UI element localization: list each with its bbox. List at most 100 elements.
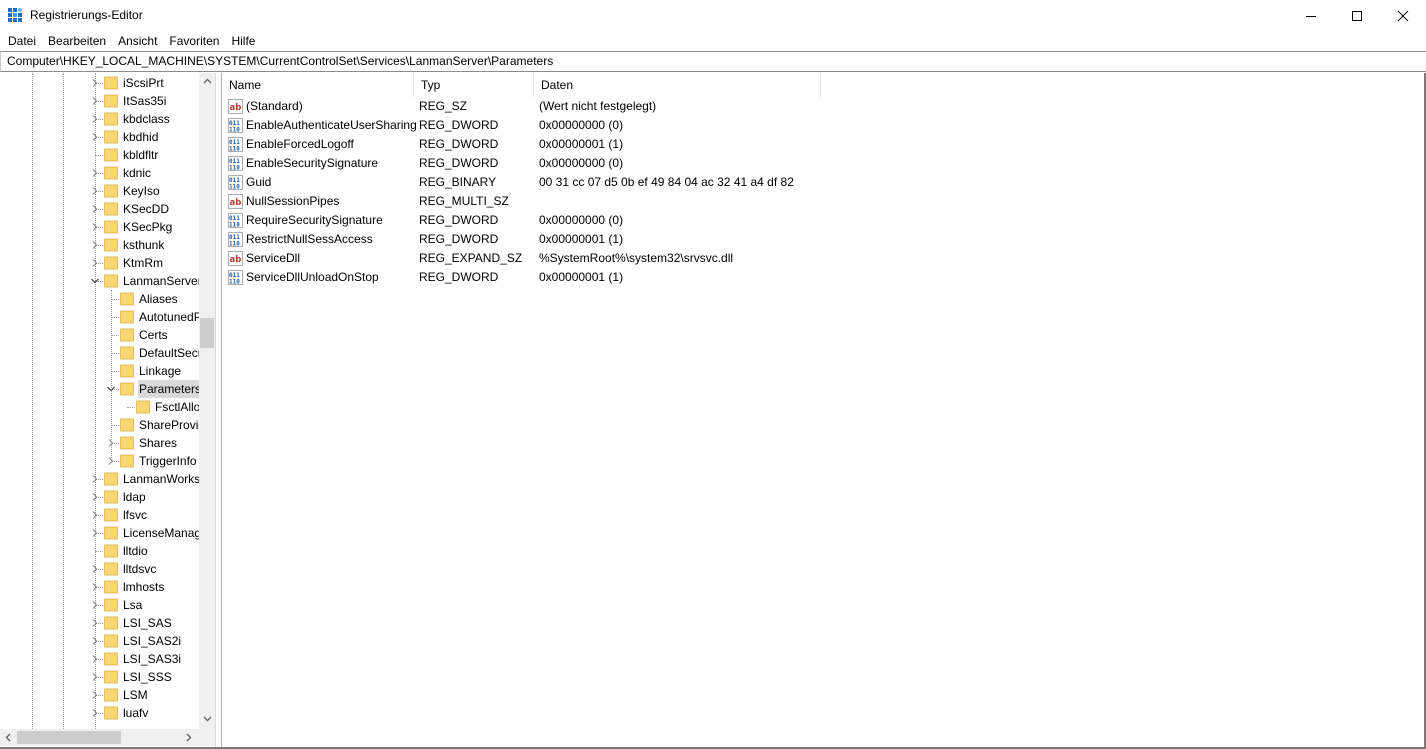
scroll-down-icon[interactable] xyxy=(203,714,212,723)
list-row[interactable]: 011 110 ServiceDllUnloadOnStop REG_DWORD 0x0… xyxy=(222,268,1122,287)
list-row[interactable]: 011 110 EnableSecuritySignature REG_DWORD 0x… xyxy=(222,154,1122,173)
value-type: REG_DWORD xyxy=(419,137,499,151)
tree-item[interactable]: LSI_SAS xyxy=(0,614,199,632)
chevron-right-icon[interactable] xyxy=(91,97,99,105)
tree-item-label: lmhosts xyxy=(123,580,165,594)
chevron-right-icon[interactable] xyxy=(91,205,99,213)
maximize-button[interactable] xyxy=(1334,0,1380,31)
tree-item[interactable]: LSI_SAS2i xyxy=(0,632,199,650)
tree-item-label: LSI_SAS xyxy=(123,616,172,630)
chevron-right-icon[interactable] xyxy=(91,637,99,645)
menu-favoriten[interactable]: Favoriten xyxy=(163,31,225,51)
menu-bearbeiten[interactable]: Bearbeiten xyxy=(42,31,112,51)
list-row[interactable]: 011 110 RestrictNullSessAccess REG_DWORD 0x0… xyxy=(222,230,1122,249)
list-row[interactable]: ab NullSessionPipes REG_MULTI_SZ xyxy=(222,192,1122,211)
address-bar[interactable]: Computer\HKEY_LOCAL_MACHINE\SYSTEM\Curre… xyxy=(0,51,1426,72)
scroll-left-icon[interactable] xyxy=(4,733,13,742)
chevron-right-icon[interactable] xyxy=(91,79,99,87)
tree-item[interactable]: LanmanServer xyxy=(0,272,199,290)
minimize-icon xyxy=(1306,15,1316,17)
tree-item[interactable]: LSM xyxy=(0,686,199,704)
chevron-right-icon[interactable] xyxy=(91,691,99,699)
tree-item[interactable]: LSI_SSS xyxy=(0,668,199,686)
list-row[interactable]: ab (Standard) REG_SZ (Wert nicht festgelegt… xyxy=(222,97,1122,116)
tree-horizontal-scroll-thumb[interactable] xyxy=(17,731,121,744)
chevron-right-icon[interactable] xyxy=(91,169,99,177)
tree-item[interactable]: KSecPkg xyxy=(0,218,199,236)
tree-item[interactable]: KtmRm xyxy=(0,254,199,272)
column-header-data[interactable]: Daten xyxy=(534,73,821,97)
tree-item[interactable]: luafv xyxy=(0,704,199,722)
list-row[interactable]: 011 110 Guid REG_BINARY 00 31 cc 07 d5 0b ef… xyxy=(222,173,1122,192)
chevron-right-icon[interactable] xyxy=(91,583,99,591)
tree-item[interactable]: ShareProviders xyxy=(0,416,199,434)
tree-vertical-scrollbar[interactable] xyxy=(199,73,215,729)
tree-item[interactable]: Lsa xyxy=(0,596,199,614)
folder-icon xyxy=(104,598,118,612)
tree-item[interactable]: AutotunedParameters xyxy=(0,308,199,326)
list-row[interactable]: 011 110 EnableForcedLogoff REG_DWORD 0x00000… xyxy=(222,135,1122,154)
tree-item[interactable]: KSecDD xyxy=(0,200,199,218)
tree-item[interactable]: Shares xyxy=(0,434,199,452)
tree-item[interactable]: kbldfltr xyxy=(0,146,199,164)
chevron-right-icon[interactable] xyxy=(91,241,99,249)
tree-item[interactable]: LSI_SAS3i xyxy=(0,650,199,668)
tree-horizontal-scrollbar[interactable] xyxy=(0,729,199,746)
chevron-right-icon[interactable] xyxy=(91,115,99,123)
folder-icon xyxy=(104,202,118,216)
tree-item[interactable]: LicenseManager xyxy=(0,524,199,542)
chevron-right-icon[interactable] xyxy=(91,133,99,141)
chevron-right-icon[interactable] xyxy=(91,223,99,231)
tree-item[interactable]: kbdhid xyxy=(0,128,199,146)
svg-text:110: 110 xyxy=(229,279,240,286)
tree-item[interactable]: kdnic xyxy=(0,164,199,182)
list-row[interactable]: 011 110 RequireSecuritySignature REG_DWORD 0… xyxy=(222,211,1122,230)
tree-item[interactable]: ksthunk xyxy=(0,236,199,254)
chevron-right-icon[interactable] xyxy=(91,655,99,663)
chevron-right-icon[interactable] xyxy=(91,673,99,681)
chevron-right-icon[interactable] xyxy=(91,529,99,537)
tree-item[interactable]: DefaultSecurity xyxy=(0,344,199,362)
menu-hilfe[interactable]: Hilfe xyxy=(225,31,261,51)
tree-item[interactable]: lfsvc xyxy=(0,506,199,524)
chevron-right-icon[interactable] xyxy=(91,493,99,501)
tree-item[interactable]: Linkage xyxy=(0,362,199,380)
tree-connector xyxy=(95,551,103,552)
chevron-right-icon[interactable] xyxy=(91,601,99,609)
tree-item[interactable]: Aliases xyxy=(0,290,199,308)
minimize-button[interactable] xyxy=(1288,0,1334,31)
column-header-name[interactable]: Name xyxy=(222,73,414,97)
tree-item[interactable]: ItSas35i xyxy=(0,92,199,110)
tree-item[interactable]: iScsiPrt xyxy=(0,74,199,92)
tree-item[interactable]: KeyIso xyxy=(0,182,199,200)
chevron-right-icon[interactable] xyxy=(91,511,99,519)
chevron-right-icon[interactable] xyxy=(91,565,99,573)
tree-item[interactable]: Parameters xyxy=(0,380,199,398)
tree-item[interactable]: TriggerInfo xyxy=(0,452,199,470)
tree-item[interactable]: kbdclass xyxy=(0,110,199,128)
tree-item[interactable]: lltdsvc xyxy=(0,560,199,578)
chevron-right-icon[interactable] xyxy=(91,475,99,483)
list-row[interactable]: ab ServiceDll REG_EXPAND_SZ %SystemRoot%\sy… xyxy=(222,249,1122,268)
tree-view[interactable]: iScsiPrt ItSas35i kbdclass kbdhid kbldfltr kd… xyxy=(0,73,199,729)
scroll-up-icon[interactable] xyxy=(203,77,212,86)
tree-item[interactable]: ldap xyxy=(0,488,199,506)
menu-datei[interactable]: Datei xyxy=(2,31,42,51)
tree-item[interactable]: Certs xyxy=(0,326,199,344)
close-button[interactable] xyxy=(1380,0,1426,31)
menu-ansicht[interactable]: Ansicht xyxy=(112,31,163,51)
tree-item[interactable]: FsctlAllowlist xyxy=(0,398,199,416)
tree-item[interactable]: LanmanWorkstation xyxy=(0,470,199,488)
tree-item-label: lltdio xyxy=(123,544,148,558)
chevron-right-icon[interactable] xyxy=(91,709,99,717)
column-header-type[interactable]: Typ xyxy=(414,73,534,97)
chevron-right-icon[interactable] xyxy=(91,259,99,267)
tree-item[interactable]: lmhosts xyxy=(0,578,199,596)
chevron-down-icon[interactable] xyxy=(91,277,99,285)
list-row[interactable]: 011 110 EnableAuthenticateUserSharing REG_D… xyxy=(222,116,1122,135)
chevron-right-icon[interactable] xyxy=(91,619,99,627)
scroll-right-icon[interactable] xyxy=(184,733,193,742)
chevron-right-icon[interactable] xyxy=(91,187,99,195)
tree-vertical-scroll-thumb[interactable] xyxy=(200,318,214,348)
tree-item[interactable]: lltdio xyxy=(0,542,199,560)
